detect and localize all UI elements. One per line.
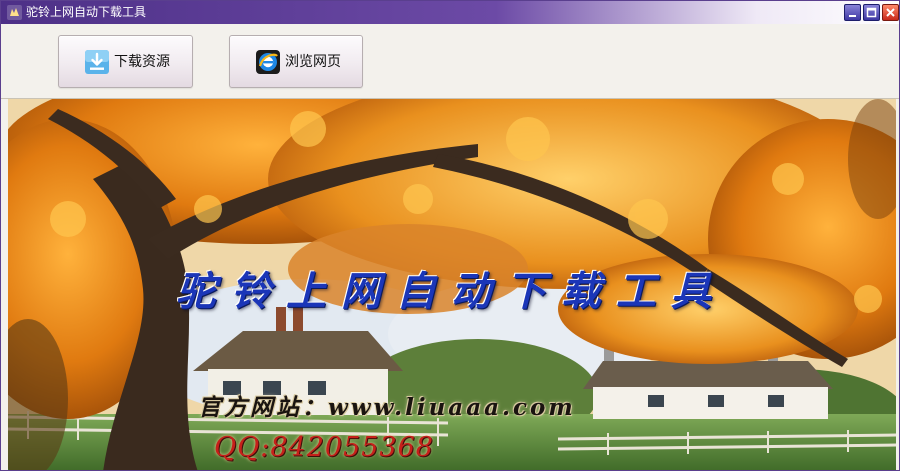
close-button[interactable] xyxy=(882,4,899,21)
maximize-icon xyxy=(866,7,877,18)
close-icon xyxy=(886,8,895,17)
app-icon xyxy=(7,5,22,20)
browse-web-button[interactable]: 浏览网页 xyxy=(229,35,363,88)
banner-image: 驼铃上网自动下载工具 官方网站：www.liuaaa.com QQ:842055… xyxy=(8,99,896,470)
app-window: 驼铃上网自动下载工具 下载资源 浏览网页 驼铃上网自动下载工具 官方网站：www… xyxy=(0,0,900,471)
qq-contact-text: QQ:842055368 xyxy=(214,432,434,463)
internet-explorer-icon xyxy=(256,50,280,74)
official-website-text: 官方网站：www.liuaaa.com xyxy=(198,394,576,421)
download-arrow-icon xyxy=(85,50,109,74)
minimize-icon xyxy=(849,15,856,17)
download-resources-button[interactable]: 下载资源 xyxy=(58,35,193,88)
banner-title: 驼铃上网自动下载工具 xyxy=(176,268,726,315)
browse-web-label: 浏览网页 xyxy=(285,54,341,70)
minimize-button[interactable] xyxy=(844,4,861,21)
toolbar: 下载资源 浏览网页 xyxy=(1,24,899,99)
title-bar[interactable]: 驼铃上网自动下载工具 xyxy=(1,1,899,24)
maximize-button[interactable] xyxy=(863,4,880,21)
window-title: 驼铃上网自动下载工具 xyxy=(26,5,147,19)
download-resources-label: 下载资源 xyxy=(114,54,170,70)
